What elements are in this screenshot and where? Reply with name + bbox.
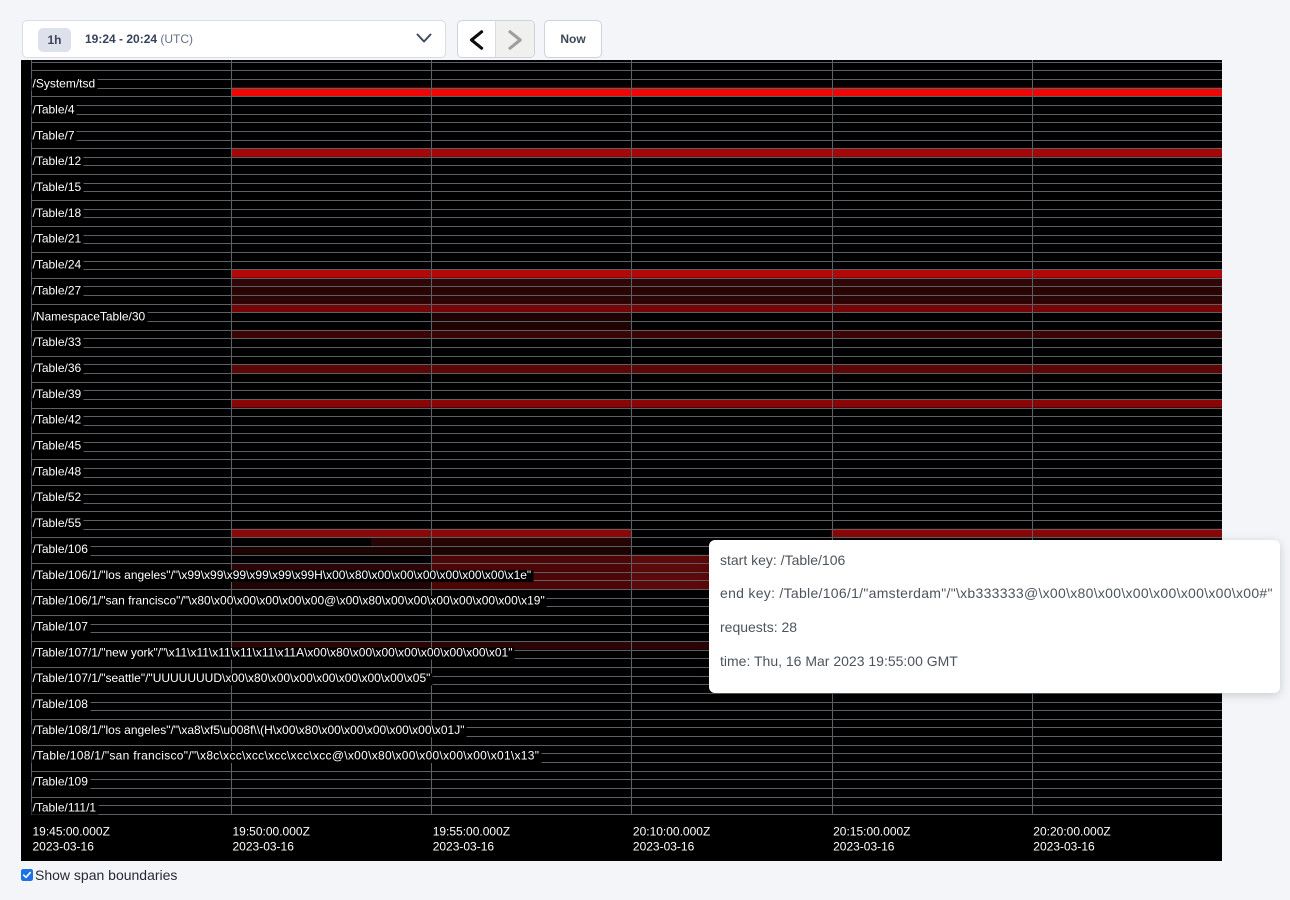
svg-text:/Table/33: /Table/33 (33, 335, 82, 349)
svg-text:/Table/18: /Table/18 (33, 206, 82, 220)
svg-text:/Table/7: /Table/7 (33, 128, 75, 142)
svg-text:/Table/15: /Table/15 (33, 180, 82, 194)
svg-text:19:55:00.000Z: 19:55:00.000Z (433, 825, 510, 839)
svg-text:/Table/48: /Table/48 (33, 464, 82, 478)
svg-text:/Table/111/1: /Table/111/1 (33, 800, 97, 814)
svg-text:/Table/55: /Table/55 (33, 516, 82, 530)
svg-text:20:10:00.000Z: 20:10:00.000Z (633, 825, 710, 839)
svg-text:19:45:00.000Z: 19:45:00.000Z (33, 825, 110, 839)
svg-text:/Table/108: /Table/108 (33, 697, 89, 711)
svg-text:2023-03-16: 2023-03-16 (33, 840, 95, 854)
svg-text:2023-03-16: 2023-03-16 (633, 840, 695, 854)
svg-text:/Table/106: /Table/106 (33, 542, 89, 556)
svg-text:19:50:00.000Z: 19:50:00.000Z (233, 825, 310, 839)
svg-text:2023-03-16: 2023-03-16 (833, 840, 895, 854)
svg-text:/Table/4: /Table/4 (33, 102, 75, 116)
svg-text:/Table/108/1/"san francisco"/": /Table/108/1/"san francisco"/"\x8c\xcc\x… (33, 749, 540, 763)
svg-text:/Table/27: /Table/27 (33, 283, 82, 297)
svg-text:/Table/21: /Table/21 (33, 232, 82, 246)
svg-text:/Table/107/1/"new york"/"\x11\: /Table/107/1/"new york"/"\x11\x11\x11\x1… (33, 645, 513, 659)
svg-text:/Table/39: /Table/39 (33, 387, 82, 401)
svg-text:20:15:00.000Z: 20:15:00.000Z (833, 825, 910, 839)
svg-text:/Table/106/1/"los angeles"/"\x: /Table/106/1/"los angeles"/"\x99\x99\x99… (33, 568, 532, 582)
svg-text:/Table/106/1/"san francisco"/": /Table/106/1/"san francisco"/"\x80\x00\x… (33, 594, 545, 608)
svg-text:20:20:00.000Z: 20:20:00.000Z (1033, 825, 1110, 839)
svg-text:/NamespaceTable/30: /NamespaceTable/30 (33, 309, 146, 323)
svg-text:/System/tsd: /System/tsd (33, 77, 96, 91)
svg-text:/Table/109: /Table/109 (33, 775, 89, 789)
svg-text:/Table/36: /Table/36 (33, 361, 82, 375)
svg-text:2023-03-16: 2023-03-16 (233, 840, 295, 854)
svg-text:2023-03-16: 2023-03-16 (433, 840, 495, 854)
svg-text:/Table/107: /Table/107 (33, 619, 89, 633)
svg-text:/Table/107/1/"seattle"/"UUUUUU: /Table/107/1/"seattle"/"UUUUUUUD\x00\x80… (33, 671, 431, 685)
svg-text:/Table/12: /Table/12 (33, 154, 82, 168)
svg-text:2023-03-16: 2023-03-16 (1033, 840, 1095, 854)
svg-text:/Table/108/1/"los angeles"/"\x: /Table/108/1/"los angeles"/"\xa8\xf5\u00… (33, 723, 465, 737)
svg-text:/Table/52: /Table/52 (33, 490, 82, 504)
svg-text:/Table/42: /Table/42 (33, 413, 82, 427)
svg-text:/Table/45: /Table/45 (33, 439, 82, 453)
svg-text:/Table/24: /Table/24 (33, 258, 82, 272)
